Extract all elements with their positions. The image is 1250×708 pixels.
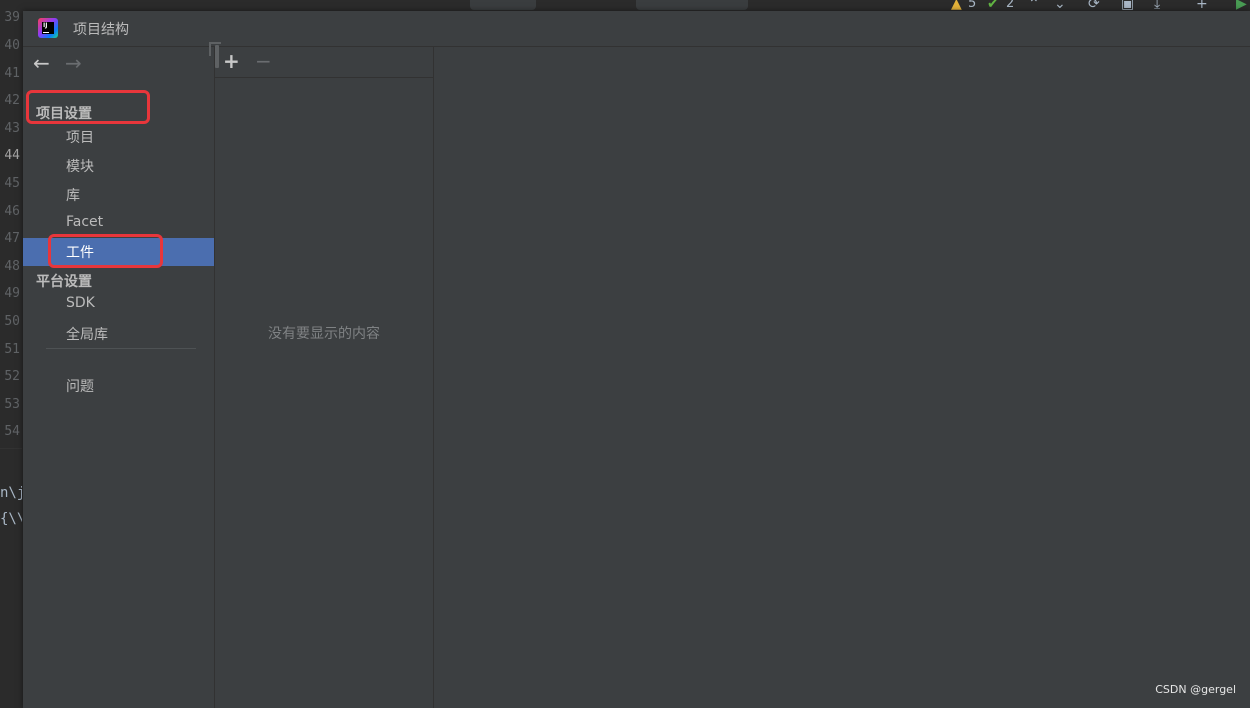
sidebar-item-label: 项目 [66,130,94,146]
highlight-box-artifacts [48,234,163,268]
download-icon[interactable]: ⤓ [1154,0,1160,11]
line-number: 51 [4,342,20,357]
line-number: 41 [4,66,20,81]
sidebar-item-label: SDK [66,295,95,311]
refresh-icon[interactable]: ⟳ [1088,0,1100,11]
chevron-down-icon[interactable]: ⌄ [1054,0,1066,11]
section-title-platform-settings: 平台设置 [36,274,92,290]
file-icon[interactable]: ▣ [1121,0,1134,11]
line-number: 52 [4,369,20,384]
check-icon[interactable]: ✔ [987,0,999,11]
sidebar-item-label: 库 [66,188,80,204]
line-number: 43 [4,121,20,136]
editor-tab-fragment[interactable] [470,0,536,10]
add-icon[interactable]: + [1196,0,1208,11]
arrow-left-icon[interactable]: ← [33,53,50,73]
warning-icon[interactable]: ▲ [951,0,962,11]
sidebar-divider [46,348,196,349]
highlight-box-project-settings [26,90,150,124]
intellij-idea-icon: IJ [38,18,58,38]
watermark: CSDN @gergel [1155,683,1236,696]
sidebar-item-sdk[interactable]: SDK [23,291,214,319]
sidebar-item-project[interactable]: 项目 [23,123,214,151]
code-fragment: {\\ [0,511,22,527]
dialog-title: 项目结构 [73,22,129,38]
dialog-titlebar[interactable]: IJ 项目结构 [23,11,1250,47]
line-number: 53 [4,397,20,412]
project-structure-dialog: IJ 项目结构 ← → 项目设置 项目 模块 库 Facet 工件 平台设置 S… [23,11,1250,708]
code-fragment: n\j [0,485,22,501]
plus-icon[interactable]: + [223,50,240,72]
list-toolbar: + − [215,45,433,78]
line-number: 47 [4,231,20,246]
check-count: 2 [1006,0,1015,11]
warning-count: 5 [968,0,977,11]
sidebar-item-modules[interactable]: 模块 [23,152,214,180]
empty-list-message: 没有要显示的内容 [268,326,380,342]
line-number: 49 [4,286,20,301]
sidebar-item-problems[interactable]: 问题 [23,372,214,400]
line-number: 46 [4,204,20,219]
chevron-up-icon[interactable]: ⌃ [1028,0,1040,11]
minus-icon[interactable]: − [255,50,272,72]
sidebar-item-label: Facet [66,214,104,230]
editor-split-divider [0,448,22,449]
line-number: 42 [4,93,20,108]
sidebar-item-label: 问题 [66,379,94,395]
current-line-number: 44 [4,148,20,163]
line-number: 50 [4,314,20,329]
line-number: 48 [4,259,20,274]
line-number: 45 [4,176,20,191]
sidebar-item-global-libraries[interactable]: 全局库 [23,320,214,348]
sidebar-item-libraries[interactable]: 库 [23,181,214,209]
line-number: 39 [4,10,20,25]
sidebar-item-label: 模块 [66,159,94,175]
settings-sidebar: ← → 项目设置 项目 模块 库 Facet 工件 平台设置 SDK 全局库 问… [23,47,215,708]
editor-gutter: 39 40 41 42 43 44 45 46 47 48 49 50 51 5… [0,0,22,708]
editor-tab-fragment[interactable] [636,0,748,10]
artifacts-list-panel: + − 没有要显示的内容 [215,45,434,708]
run-icon[interactable]: ▶ [1236,0,1247,11]
detail-panel [434,47,1250,708]
copy-icon[interactable] [215,45,219,68]
line-number: 40 [4,38,20,53]
sidebar-item-label: 全局库 [66,327,108,343]
line-number: 54 [4,424,20,439]
arrow-right-icon[interactable]: → [65,53,82,73]
